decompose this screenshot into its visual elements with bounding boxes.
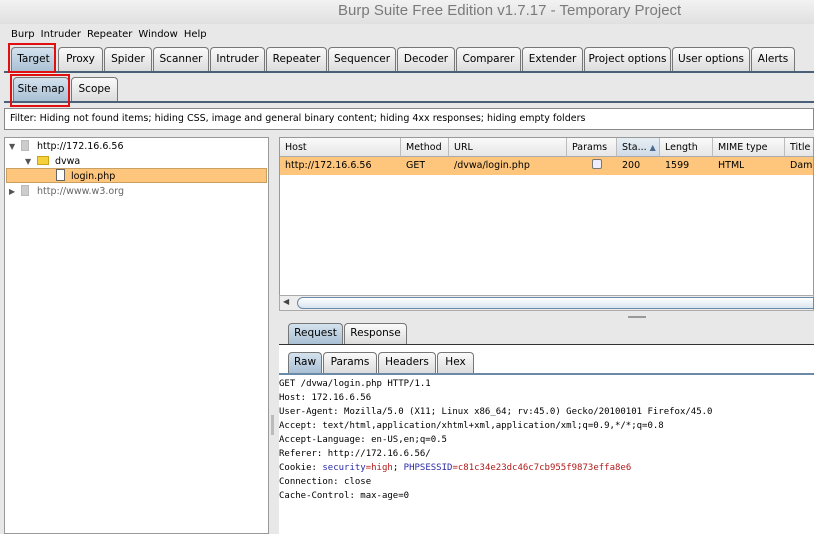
menu-repeater[interactable]: Repeater xyxy=(87,26,138,43)
column-url[interactable]: URL xyxy=(449,138,567,157)
request-line: Connection: close xyxy=(279,477,372,487)
tab-alerts[interactable]: Alerts xyxy=(751,47,795,71)
tab-divider xyxy=(279,373,814,375)
request-editor[interactable]: GET /dvwa/login.php HTTP/1.1 Host: 172.1… xyxy=(279,377,814,534)
sort-ascending-icon: ▲ xyxy=(649,143,656,152)
column-status[interactable]: Sta... ▲ xyxy=(617,138,660,157)
site-map-tree[interactable]: ▼ http://172.16.6.56 ▼ dvwa login.php ▶ htt… xyxy=(4,137,269,534)
cell-method: GET xyxy=(406,160,426,171)
column-method[interactable]: Method xyxy=(401,138,449,157)
filter-bar[interactable]: Filter: Hiding not found items; hiding C… xyxy=(4,108,814,130)
tab-response[interactable]: Response xyxy=(344,323,407,344)
request-line: Accept-Language: en-US,en;q=0.5 xyxy=(279,435,447,445)
menu-intruder[interactable]: Intruder xyxy=(41,26,87,43)
tab-headers[interactable]: Headers xyxy=(378,352,436,373)
request-line: Referer: http://172.16.6.56/ xyxy=(279,449,431,459)
site-map-table[interactable]: Host Method URL Params Sta... ▲ Length M… xyxy=(279,137,814,311)
request-line: Host: 172.16.6.56 xyxy=(279,393,372,403)
tab-divider xyxy=(4,71,814,73)
tab-proxy[interactable]: Proxy xyxy=(58,47,103,71)
tab-intruder[interactable]: Intruder xyxy=(210,47,265,71)
tree-node-host[interactable]: ▼ http://172.16.6.56 xyxy=(9,139,124,154)
server-icon xyxy=(21,140,29,151)
expand-down-icon[interactable]: ▼ xyxy=(9,139,21,154)
expand-down-icon[interactable]: ▼ xyxy=(25,154,37,169)
tab-request[interactable]: Request xyxy=(288,323,343,344)
tab-repeater[interactable]: Repeater xyxy=(266,47,327,71)
subtab-divider xyxy=(4,101,814,103)
params-checkbox[interactable] xyxy=(587,157,602,175)
column-mime-type[interactable]: MIME type xyxy=(713,138,785,157)
tab-scanner[interactable]: Scanner xyxy=(153,47,209,71)
request-line: GET /dvwa/login.php HTTP/1.1 xyxy=(279,379,431,389)
tree-node-file[interactable]: login.php xyxy=(6,168,267,183)
splitter-handle[interactable] xyxy=(271,415,274,435)
scroll-left-icon[interactable]: ◀ xyxy=(283,297,289,306)
highlight-box xyxy=(10,74,70,107)
cell-length: 1599 xyxy=(665,160,690,171)
cell-host: http://172.16.6.56 xyxy=(285,160,372,171)
request-line: Accept: text/html,application/xhtml+xml,… xyxy=(279,421,664,431)
menu-window[interactable]: Window xyxy=(138,26,183,43)
tree-node-host[interactable]: ▶ http://www.w3.org xyxy=(9,184,124,199)
cell-url: /dvwa/login.php xyxy=(454,160,530,171)
column-host[interactable]: Host xyxy=(280,138,401,157)
cell-status: 200 xyxy=(622,160,641,171)
tab-spider[interactable]: Spider xyxy=(104,47,152,71)
server-icon xyxy=(21,185,29,196)
column-title[interactable]: Title xyxy=(785,138,813,157)
request-line: User-Agent: Mozilla/5.0 (X11; Linux x86_… xyxy=(279,407,713,417)
expand-right-icon[interactable]: ▶ xyxy=(9,184,21,199)
file-icon xyxy=(56,169,65,181)
tab-user-options[interactable]: User options xyxy=(672,47,750,71)
tree-node-folder[interactable]: ▼ dvwa xyxy=(25,154,80,169)
scrollbar-thumb[interactable] xyxy=(297,297,814,309)
tab-scope[interactable]: Scope xyxy=(71,77,118,101)
tab-hex[interactable]: Hex xyxy=(437,352,474,373)
tab-raw[interactable]: Raw xyxy=(288,352,322,373)
tab-comparer[interactable]: Comparer xyxy=(456,47,521,71)
cookie-line: Cookie: security=high; PHPSESSID=c81c34e… xyxy=(279,463,632,473)
tab-params[interactable]: Params xyxy=(323,352,377,373)
column-params[interactable]: Params xyxy=(567,138,617,157)
splitter-handle[interactable] xyxy=(628,316,646,318)
highlight-box xyxy=(8,43,56,73)
window-title: Burp Suite Free Edition v1.7.17 - Tempor… xyxy=(338,2,682,19)
tab-extender[interactable]: Extender xyxy=(522,47,583,71)
menu-burp[interactable]: Burp xyxy=(0,26,41,43)
tab-sequencer[interactable]: Sequencer xyxy=(328,47,396,71)
menu-bar: Burp Intruder Repeater Window Help xyxy=(0,26,814,43)
folder-icon xyxy=(37,156,49,165)
cell-mime: HTML xyxy=(718,160,745,171)
cell-title: Dam xyxy=(790,160,813,171)
menu-help[interactable]: Help xyxy=(184,26,213,43)
column-length[interactable]: Length xyxy=(660,138,713,157)
tab-project-options[interactable]: Project options xyxy=(584,47,671,71)
request-line: Cache-Control: max-age=0 xyxy=(279,491,410,501)
tab-decoder[interactable]: Decoder xyxy=(397,47,455,71)
title-bar: Burp Suite Free Edition v1.7.17 - Tempor… xyxy=(0,0,814,24)
